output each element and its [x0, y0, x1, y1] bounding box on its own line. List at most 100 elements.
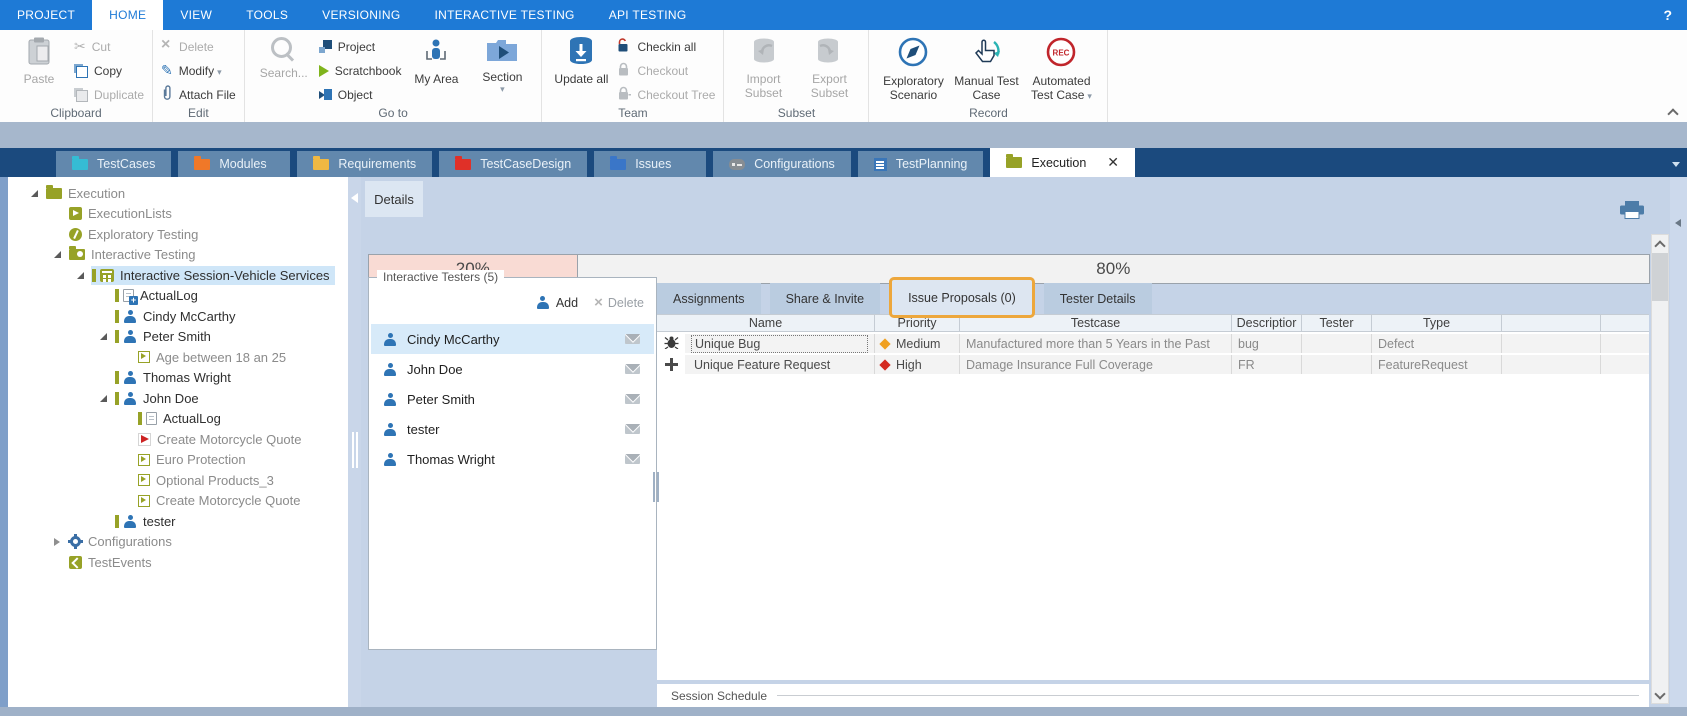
tester-row-john-doe[interactable]: John Doe [371, 354, 654, 384]
details-tab[interactable]: Details [365, 181, 423, 217]
testers-content-splitter-handle[interactable] [653, 472, 655, 502]
automated-test-case-button[interactable]: REC Automated Test Case [1023, 33, 1099, 106]
collapsed-arrow-icon[interactable] [54, 538, 60, 546]
menu-tab-interactive-testing[interactable]: INTERACTIVE TESTING [418, 0, 592, 30]
mail-icon[interactable] [625, 364, 640, 374]
tester-row-thomas-wright[interactable]: Thomas Wright [371, 444, 654, 474]
menu-tab-home[interactable]: HOME [92, 0, 163, 30]
menu-tab-api-testing[interactable]: API TESTING [592, 0, 704, 30]
tree-details-splitter[interactable] [348, 177, 361, 707]
tree-item-age-between[interactable]: Age between 18 an 25 [8, 347, 348, 368]
tree-item-euro-protection[interactable]: Euro Protection [8, 450, 348, 471]
tree-item-actuallog[interactable]: ActualLog [8, 286, 348, 307]
attach-file-button[interactable]: Attach File [161, 85, 236, 104]
expand-arrow-icon[interactable] [77, 272, 84, 279]
tree-item-interactive-testing[interactable]: Interactive Testing [8, 245, 348, 266]
scrollbar-thumb[interactable] [1652, 253, 1668, 301]
tab-configurations[interactable]: Configurations [713, 151, 851, 177]
tree-item-configurations[interactable]: Configurations [8, 532, 348, 553]
tree-item-exploratory-testing[interactable]: Exploratory Testing [8, 224, 348, 245]
tab-execution[interactable]: Execution✕ [990, 148, 1135, 177]
tester-row-tester[interactable]: tester [371, 414, 654, 444]
tree-item-executionlists[interactable]: ExecutionLists [8, 204, 348, 225]
tree-item-peter-smith[interactable]: Peter Smith [8, 327, 348, 348]
column-header-name[interactable]: Name [657, 315, 875, 331]
add-tester-button[interactable]: Add [536, 296, 578, 310]
vertical-scrollbar[interactable] [1651, 234, 1669, 704]
tab-testcases[interactable]: TestCases [56, 151, 171, 177]
export-subset-button[interactable]: Export Subset [798, 33, 860, 106]
goto-object-button[interactable]: Object [319, 85, 402, 104]
tester-row-cindy-mccarthy[interactable]: Cindy McCarthy [371, 324, 654, 354]
tree-item-create-motorcycle-quote-2[interactable]: Create Motorcycle Quote [8, 491, 348, 512]
tab-modules[interactable]: Modules [178, 151, 290, 177]
copy-button[interactable]: Copy [74, 61, 144, 80]
tree-item-thomas-wright[interactable]: Thomas Wright [8, 368, 348, 389]
tree-item-testevents[interactable]: TestEvents [8, 552, 348, 573]
goto-project-button[interactable]: Project [319, 37, 402, 56]
manual-test-case-button[interactable]: Manual Test Case [953, 33, 1019, 106]
tab-share-invite[interactable]: Share & Invite [770, 283, 881, 314]
tree-item-john-doe[interactable]: John Doe [8, 388, 348, 409]
tree-item-tester[interactable]: tester [8, 511, 348, 532]
collapse-panel-arrow-icon[interactable] [1675, 219, 1681, 227]
modify-button[interactable]: Modify [161, 61, 236, 80]
tree-item-execution[interactable]: Execution [8, 183, 348, 204]
delete-tester-button[interactable]: Delete [594, 294, 644, 311]
collapse-ribbon-button[interactable] [1668, 107, 1677, 116]
paste-icon [26, 36, 52, 69]
play-box-icon [138, 351, 150, 363]
scroll-down-button[interactable] [1652, 686, 1668, 703]
tab-issues[interactable]: Issues [594, 151, 706, 177]
duplicate-button[interactable]: Duplicate [74, 85, 144, 104]
expand-arrow-icon[interactable] [54, 251, 61, 258]
tree-item-optional-products[interactable]: Optional Products_3 [8, 470, 348, 491]
tab-issue-proposals[interactable]: Issue Proposals (0) [889, 277, 1035, 318]
mail-icon[interactable] [625, 454, 640, 464]
close-tab-icon[interactable]: ✕ [1107, 154, 1119, 171]
section-dropdown-caret[interactable]: ▾ [500, 87, 505, 92]
mail-icon[interactable] [625, 334, 640, 344]
cut-button[interactable]: Cut [74, 37, 144, 56]
column-header-type[interactable]: Type [1372, 315, 1502, 331]
expand-arrow-icon[interactable] [31, 190, 38, 197]
expand-arrow-icon[interactable] [100, 333, 107, 340]
update-all-button[interactable]: Update all [550, 33, 612, 106]
print-button[interactable] [1620, 201, 1644, 222]
tab-testplanning[interactable]: TestPlanning [858, 151, 984, 177]
tab-tester-details[interactable]: Tester Details [1044, 283, 1152, 314]
column-header-description[interactable]: Descriptior [1232, 315, 1302, 331]
menu-tab-versioning[interactable]: VERSIONING [305, 0, 417, 30]
tab-overflow-caret[interactable] [1672, 162, 1680, 167]
mail-icon[interactable] [625, 424, 640, 434]
menu-tab-project[interactable]: PROJECT [0, 0, 92, 30]
issue-row-unique-feature-request[interactable]: Unique Feature Request High Damage Insur… [657, 355, 1649, 374]
issue-row-unique-bug[interactable]: Unique Bug Medium Manufactured more than… [657, 334, 1649, 353]
my-area-button[interactable]: My Area [405, 33, 467, 106]
tester-row-peter-smith[interactable]: Peter Smith [371, 384, 654, 414]
delete-button[interactable]: Delete [161, 37, 236, 56]
section-button[interactable]: Section ▾ [471, 33, 533, 106]
menu-tab-view[interactable]: VIEW [163, 0, 229, 30]
tree-item-cindy-mccarthy[interactable]: Cindy McCarthy [8, 306, 348, 327]
checkout-tree-button[interactable]: Checkout Tree [616, 85, 715, 104]
checkin-all-button[interactable]: Checkin all [616, 37, 715, 56]
expand-arrow-icon[interactable] [100, 395, 107, 402]
help-button[interactable]: ? [1648, 0, 1687, 30]
menu-tab-tools[interactable]: TOOLS [229, 0, 305, 30]
tab-testcasedesign[interactable]: TestCaseDesign [439, 151, 587, 177]
search-button[interactable]: Search... [253, 33, 315, 106]
checkout-button[interactable]: Checkout [616, 61, 715, 80]
goto-scratchbook-button[interactable]: Scratchbook [319, 61, 402, 80]
scroll-up-button[interactable] [1652, 235, 1668, 252]
column-header-tester[interactable]: Tester [1302, 315, 1372, 331]
mail-icon[interactable] [625, 394, 640, 404]
tree-item-create-motorcycle-quote[interactable]: Create Motorcycle Quote [8, 429, 348, 450]
tab-assignments[interactable]: Assignments [657, 283, 761, 314]
tree-item-actuallog-2[interactable]: ActualLog [8, 409, 348, 430]
tree-item-interactive-session[interactable]: Interactive Session-Vehicle Services [8, 265, 348, 286]
import-subset-button[interactable]: Import Subset [732, 33, 794, 106]
tab-requirements[interactable]: Requirements [297, 151, 432, 177]
exploratory-scenario-button[interactable]: Exploratory Scenario [877, 33, 949, 106]
paste-button[interactable]: Paste [8, 33, 70, 106]
